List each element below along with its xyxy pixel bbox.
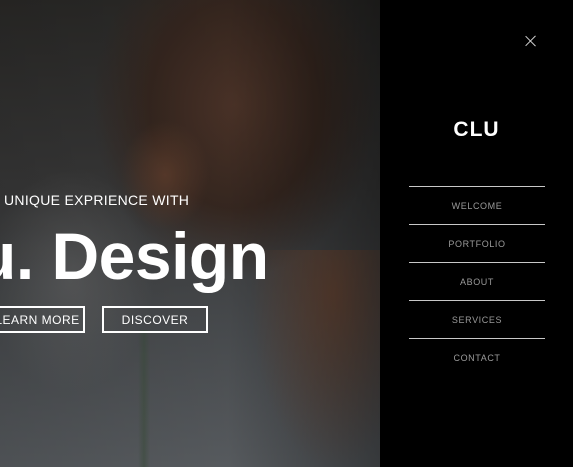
- side-menu-panel: CLU WELCOME PORTFOLIO ABOUT SERVICES CON…: [380, 0, 573, 467]
- menu-item-about[interactable]: ABOUT: [409, 262, 545, 300]
- menu-item-portfolio[interactable]: PORTFOLIO: [409, 224, 545, 262]
- menu-item-services[interactable]: SERVICES: [409, 300, 545, 338]
- close-icon[interactable]: [520, 30, 542, 52]
- menu-item-welcome[interactable]: WELCOME: [409, 186, 545, 224]
- hero-title: u. Design: [0, 219, 269, 293]
- menu-item-contact[interactable]: CONTACT: [409, 338, 545, 376]
- side-menu: WELCOME PORTFOLIO ABOUT SERVICES CONTACT: [409, 186, 545, 376]
- brand-logo[interactable]: CLU: [380, 118, 573, 142]
- hero-tagline: UNIQUE EXPRIENCE WITH: [4, 192, 190, 208]
- hero-section: UNIQUE EXPRIENCE WITH u. Design LEARN MO…: [0, 0, 380, 467]
- learn-more-button[interactable]: LEARN MORE: [0, 306, 85, 333]
- discover-button[interactable]: DISCOVER: [102, 306, 208, 333]
